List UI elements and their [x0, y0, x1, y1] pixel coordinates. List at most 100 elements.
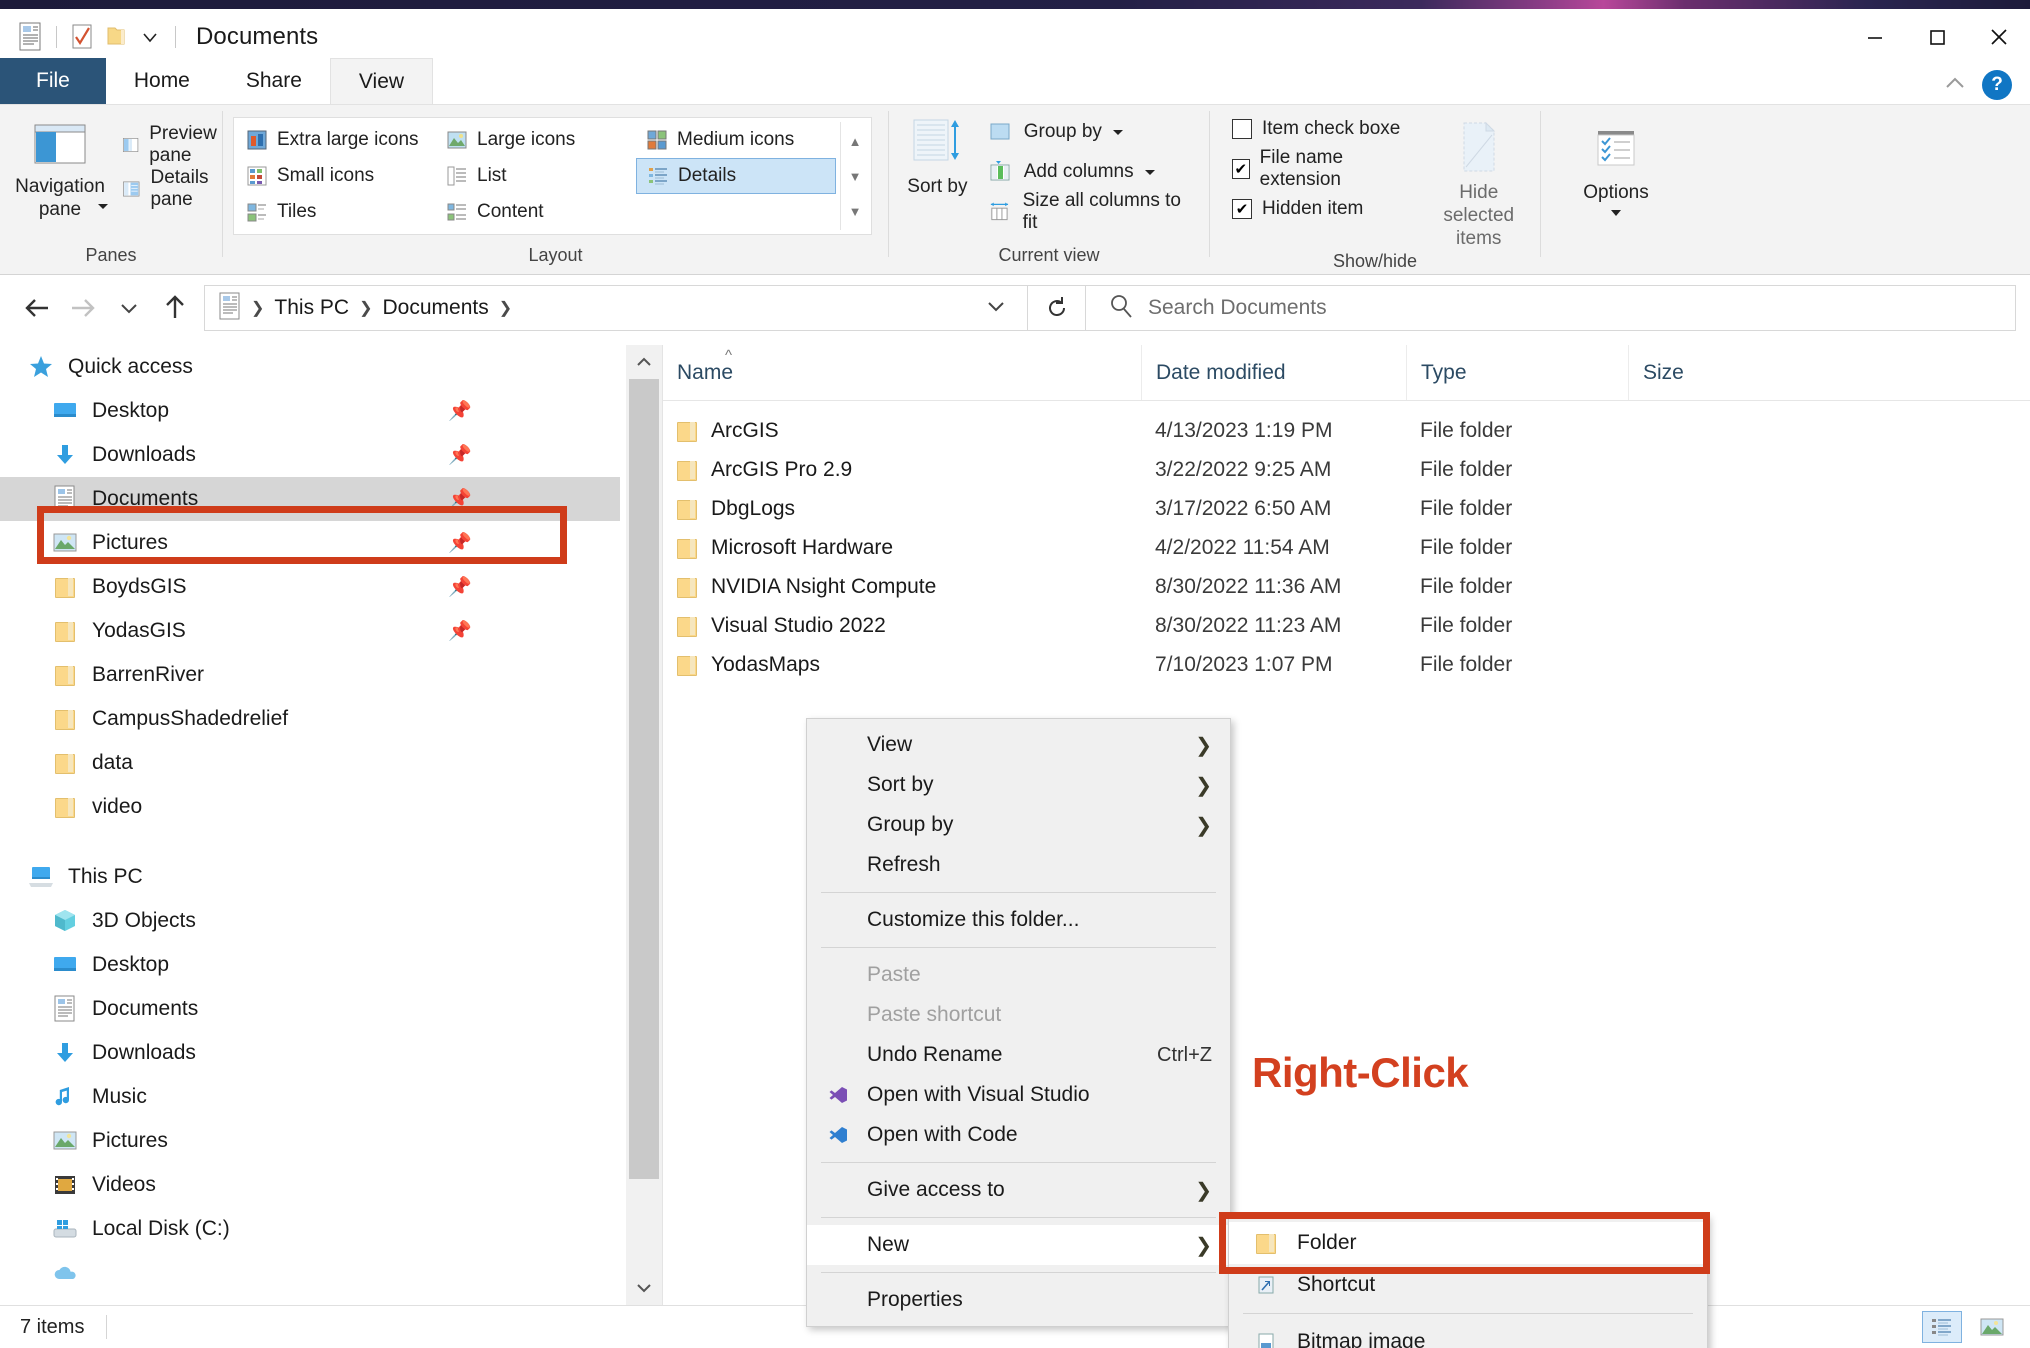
options-button[interactable]: Options	[1556, 121, 1676, 218]
menu-item-open-with-code[interactable]: Open with Code	[807, 1115, 1230, 1155]
sidebar-item-videos[interactable]: Videos	[0, 1163, 620, 1207]
submenu-item-folder[interactable]: Folder	[1229, 1222, 1707, 1264]
scrollbar-thumb[interactable]	[629, 379, 659, 1179]
sidebar-item-pc-downloads[interactable]: Downloads	[0, 1031, 620, 1075]
scroll-down-icon[interactable]	[626, 1271, 662, 1305]
breadcrumb-separator[interactable]: ❯	[497, 298, 514, 318]
checkmark-icon[interactable]	[65, 20, 99, 54]
file-name-extensions-toggle[interactable]: ✔ File name extension	[1226, 147, 1413, 190]
recent-locations-icon[interactable]	[106, 285, 152, 331]
sidebar-item-local-disk-c[interactable]: Local Disk (C:)	[0, 1207, 620, 1251]
sidebar-item-pc-documents[interactable]: Documents	[0, 987, 620, 1031]
group-by-button[interactable]: Group by	[982, 115, 1199, 149]
menu-item-properties[interactable]: Properties	[807, 1280, 1230, 1320]
sidebar-item-pc-pictures[interactable]: Pictures	[0, 1119, 620, 1163]
scroll-up-icon[interactable]	[626, 345, 662, 379]
column-header-size[interactable]: Size	[1628, 345, 1788, 400]
hide-selected-items-button[interactable]: Hide selected items	[1427, 113, 1530, 251]
sidebar-item-pc-desktop[interactable]: Desktop	[0, 943, 620, 987]
address-dropdown-icon[interactable]	[971, 298, 1021, 318]
table-row[interactable]: ArcGIS Pro 2.9 3/22/2022 9:25 AM File fo…	[663, 450, 2030, 489]
menu-item-undo-rename[interactable]: Undo Rename Ctrl+Z	[807, 1035, 1230, 1075]
preview-pane-button[interactable]: Preview pane	[116, 123, 232, 166]
view-list[interactable]: List	[436, 158, 636, 194]
size-all-columns-button[interactable]: Size all columns to fit	[982, 190, 1199, 233]
sidebar-item-music[interactable]: Music	[0, 1075, 620, 1119]
address-bar[interactable]: ❯ This PC ❯ Documents ❯	[204, 285, 1028, 331]
gallery-scroll-up-icon[interactable]: ▲	[841, 124, 869, 158]
sidebar-item-video[interactable]: video	[0, 785, 620, 829]
chevron-down-icon[interactable]	[133, 20, 167, 54]
table-row[interactable]: YodasMaps 7/10/2023 1:07 PM File folder	[663, 645, 2030, 684]
menu-item-sort-by[interactable]: Sort by ❯	[807, 765, 1230, 805]
sidebar-item-this-pc[interactable]: This PC	[0, 855, 620, 899]
menu-item-view[interactable]: View ❯	[807, 725, 1230, 765]
column-header-name[interactable]: ^ Name	[663, 345, 1141, 400]
sidebar-item-documents[interactable]: Documents 📌	[0, 477, 620, 521]
sidebar-item-campusshadedrelief[interactable]: CampusShadedrelief	[0, 697, 620, 741]
hidden-items-toggle[interactable]: ✔ Hidden item	[1226, 193, 1413, 225]
pin-icon[interactable]: 📌	[448, 443, 472, 467]
help-icon[interactable]: ?	[1982, 70, 2012, 100]
pin-icon[interactable]: 📌	[448, 575, 472, 599]
sidebar-item-boydsgis[interactable]: BoydsGIS 📌	[0, 565, 620, 609]
breadcrumb-this-pc[interactable]: This PC	[266, 296, 357, 320]
tab-home[interactable]: Home	[106, 58, 218, 104]
maximize-icon[interactable]	[1906, 9, 1968, 64]
folder-icon[interactable]	[99, 20, 133, 54]
sidebar-item-onedrive-partial[interactable]	[0, 1251, 620, 1295]
view-tiles[interactable]: Tiles	[236, 194, 436, 230]
sidebar-item-3d-objects[interactable]: 3D Objects	[0, 899, 620, 943]
pin-icon[interactable]: 📌	[448, 619, 472, 643]
table-row[interactable]: DbgLogs 3/17/2022 6:50 AM File folder	[663, 489, 2030, 528]
refresh-icon[interactable]	[1028, 285, 1086, 331]
menu-item-refresh[interactable]: Refresh	[807, 845, 1230, 885]
menu-item-open-with-visual-studio[interactable]: Open with Visual Studio	[807, 1075, 1230, 1115]
breadcrumb-separator[interactable]: ❯	[357, 298, 374, 318]
tab-file[interactable]: File	[0, 58, 106, 104]
back-arrow-icon[interactable]	[14, 285, 60, 331]
chevron-down-icon[interactable]	[1608, 208, 1624, 218]
submenu-item-shortcut[interactable]: Shortcut	[1229, 1264, 1707, 1306]
sidebar-item-barrenriver[interactable]: BarrenRiver	[0, 653, 620, 697]
close-icon[interactable]	[1968, 9, 2030, 64]
menu-item-give-access-to[interactable]: Give access to ❯	[807, 1170, 1230, 1210]
navigation-pane-scrollbar[interactable]	[626, 345, 662, 1305]
details-pane-button[interactable]: Details pane	[116, 167, 232, 210]
minimize-icon[interactable]	[1844, 9, 1906, 64]
table-row[interactable]: ArcGIS 4/13/2023 1:19 PM File folder	[663, 411, 2030, 450]
tab-share[interactable]: Share	[218, 58, 330, 104]
gallery-expand-icon[interactable]: ▼	[841, 194, 869, 228]
documents-icon[interactable]	[14, 20, 48, 54]
large-icons-view-icon[interactable]	[1972, 1311, 2012, 1343]
sort-by-button[interactable]: Sort by	[899, 111, 976, 198]
menu-item-customize-folder[interactable]: Customize this folder...	[807, 900, 1230, 940]
view-content[interactable]: Content	[436, 194, 636, 230]
menu-item-new[interactable]: New ❯	[807, 1225, 1230, 1265]
view-medium-icons[interactable]: Medium icons	[636, 122, 836, 158]
column-header-date-modified[interactable]: Date modified	[1141, 345, 1406, 400]
collapse-ribbon-icon[interactable]	[1942, 73, 1968, 98]
view-details[interactable]: Details	[636, 158, 836, 194]
pin-icon[interactable]: 📌	[448, 399, 472, 423]
gallery-scroll-down-icon[interactable]: ▼	[841, 159, 869, 193]
sidebar-item-data[interactable]: data	[0, 741, 620, 785]
details-view-icon[interactable]	[1922, 1311, 1962, 1343]
add-columns-button[interactable]: Add columns	[982, 155, 1199, 189]
breadcrumb-separator[interactable]: ❯	[249, 298, 266, 318]
sidebar-item-yodasgis[interactable]: YodasGIS 📌	[0, 609, 620, 653]
breadcrumb-documents[interactable]: Documents	[375, 296, 497, 320]
forward-arrow-icon[interactable]	[60, 285, 106, 331]
sidebar-item-downloads[interactable]: Downloads 📌	[0, 433, 620, 477]
sidebar-item-desktop[interactable]: Desktop 📌	[0, 389, 620, 433]
up-arrow-icon[interactable]	[152, 285, 198, 331]
view-extra-large-icons[interactable]: Extra large icons	[236, 122, 436, 158]
column-header-type[interactable]: Type	[1406, 345, 1628, 400]
view-small-icons[interactable]: Small icons	[236, 158, 436, 194]
view-large-icons[interactable]: Large icons	[436, 122, 636, 158]
submenu-item-bitmap-image[interactable]: Bitmap image	[1229, 1321, 1707, 1348]
search-input[interactable]: Search Documents	[1086, 285, 2016, 331]
item-check-boxes-toggle[interactable]: Item check boxe	[1226, 113, 1413, 145]
navigation-pane-button[interactable]: Navigation pane	[10, 115, 110, 220]
tab-view[interactable]: View	[329, 58, 434, 104]
